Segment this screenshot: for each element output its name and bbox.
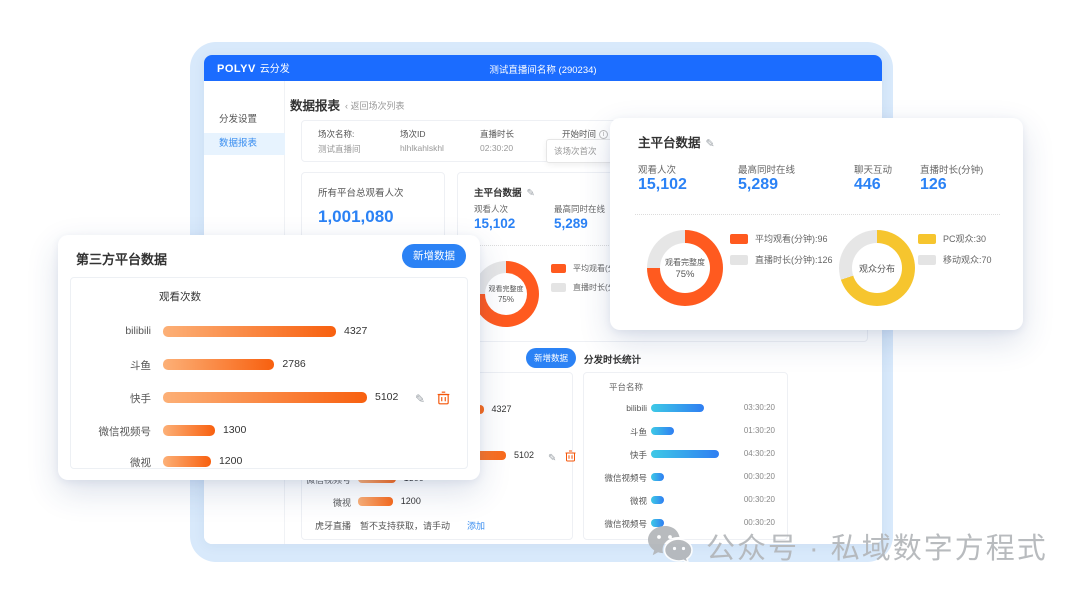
duration-row: 斗鱼 01:30:20 (629, 426, 775, 437)
sidebar-item-data-report[interactable]: 数据报表 (204, 133, 285, 155)
bar (358, 497, 393, 506)
bar (651, 496, 664, 504)
sidebar-item-distribution-settings[interactable]: 分发设置 (204, 109, 285, 131)
duration-row: bilibili 03:30:20 (626, 403, 775, 413)
bar (163, 326, 336, 337)
start-time-tooltip: 该场次首次 (546, 139, 616, 163)
completeness-legend: 平均观看(分钟):96 直播时长(分钟):126 (730, 232, 833, 274)
edit-icon[interactable]: ✎ (706, 138, 715, 150)
info-icon[interactable]: i (599, 130, 609, 139)
completeness-donut-chart: 观看完整度 75% (647, 230, 723, 306)
add-data-button[interactable]: 新增数据 (526, 348, 576, 368)
delete-icon[interactable] (437, 391, 450, 405)
bar (163, 456, 211, 467)
main-platform-overlay-card: 主平台数据 ✎ 观看人次 15,102 最高同时在线 5,289 聊天互动 446 直播… (610, 118, 1023, 330)
edit-icon[interactable]: ✎ (548, 453, 556, 464)
watermark-text: 公众号 · 私域数字方程式 (706, 533, 1048, 565)
bar-row-weishi: 微视 1200 (332, 496, 421, 508)
page: POLYV 云分发 测试直播间名称 (290234) 分发设置 数据报表 数据报表… (0, 0, 1080, 599)
third-party-title: 第三方平台数据 (76, 252, 168, 267)
audience-legend: PC观众:30 移动观众:70 (918, 232, 992, 274)
bar (651, 473, 664, 481)
bar-row-wechat-channels: 微信视频号 1300 (98, 424, 247, 438)
titlebar: POLYV 云分发 测试直播间名称 (290234) (204, 55, 882, 81)
duration-row: 微信视频号 00:30:20 (604, 472, 775, 483)
page-title: 数据报表 (290, 99, 341, 113)
duration-row: 快手 04:30:20 (629, 449, 775, 460)
third-party-overlay-card: 第三方平台数据 新增数据 观看次数 bilibili 4327 斗鱼 2786 … (58, 235, 480, 480)
divider (635, 214, 1000, 215)
bar (651, 427, 674, 435)
views-chart-box: 观看次数 bilibili 4327 斗鱼 2786 快手 5102 ✎ 微信视 (70, 277, 468, 469)
bar-row-weishi: 微视 1200 (130, 455, 243, 469)
bar-row-bilibili: bilibili 4327 (125, 325, 368, 337)
delete-icon[interactable] (565, 450, 576, 462)
back-chevron-icon: ‹ (345, 101, 348, 111)
total-views-title: 所有平台总观看人次 (318, 188, 404, 199)
bar-row-kuaishou: 快手 5102 ✎ (71, 388, 467, 406)
audience-donut-chart: 观众分布 (839, 230, 915, 306)
duration-stats-card: 平台名称 bilibili 03:30:20 斗鱼 01:30:20 快手 04… (583, 372, 788, 540)
back-to-session-list-link[interactable]: ‹ 返回场次列表 (345, 99, 405, 112)
edit-icon[interactable]: ✎ (415, 392, 425, 406)
add-data-button[interactable]: 新增数据 (402, 244, 466, 268)
main-platform-title: 主平台数据 (474, 188, 522, 199)
bar (163, 359, 275, 370)
edit-icon[interactable]: ✎ (527, 188, 535, 199)
manual-row-huya: 虎牙直播 暂不支持获取，请手动 添加 (314, 519, 486, 532)
room-title: 测试直播间名称 (290234) (489, 65, 597, 76)
wechat-icon (648, 526, 693, 565)
bar (651, 450, 719, 458)
bar (163, 425, 215, 436)
total-views-value: 1,001,080 (318, 207, 394, 226)
bar (163, 392, 367, 403)
add-manually-link[interactable]: 添加 (467, 519, 485, 532)
main-platform-title: 主平台数据 (638, 136, 701, 150)
bar-row-douyu: 斗鱼 2786 (130, 358, 306, 372)
watermark: 公众号 · 私域数字方程式 (646, 524, 1048, 568)
duration-row: 微视 00:30:20 (629, 495, 775, 506)
completeness-donut-chart: 观看完整度 75% (473, 261, 539, 327)
duration-stats-title: 分发时长统计 (584, 355, 642, 366)
bar (651, 404, 704, 412)
